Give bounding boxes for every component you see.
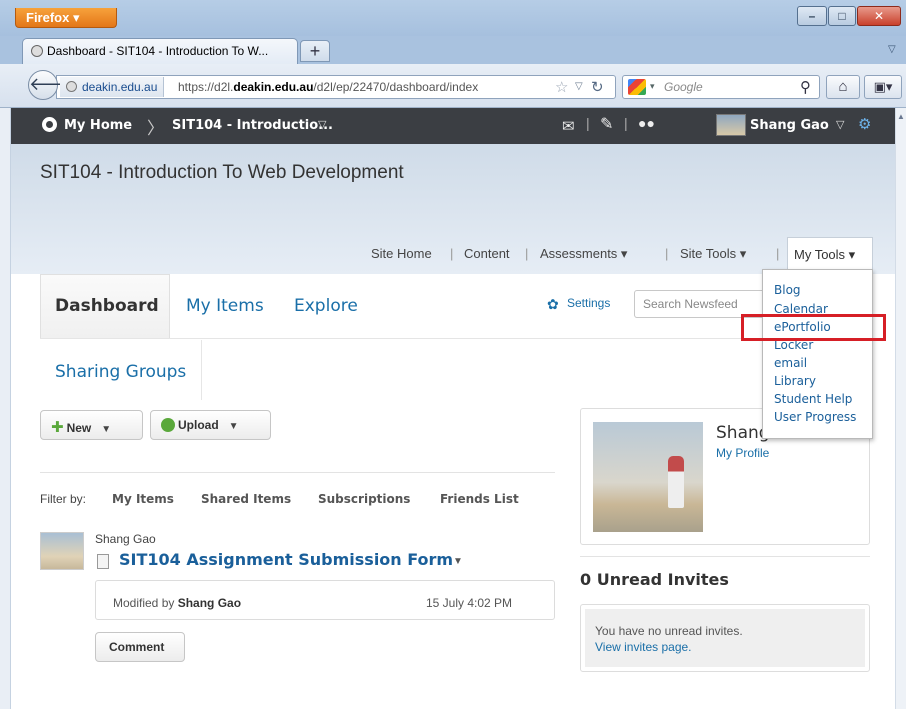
invites-title: 0 Unread Invites (580, 570, 729, 589)
new-tab-button[interactable]: + (300, 40, 330, 62)
eportfolio-highlight-box (741, 314, 886, 341)
url-host: deakin.edu.au (233, 80, 314, 94)
search-engine-dropdown-icon[interactable]: ▾ (650, 81, 655, 92)
url-text[interactable]: https://d2l.deakin.edu.au/d2l/ep/22470/d… (178, 80, 478, 94)
course-nav-separator: | (525, 246, 529, 261)
chevron-down-icon: ▼ (228, 421, 239, 432)
menu-item-user-progress[interactable]: User Progress (774, 410, 856, 424)
close-window-button[interactable]: ✕ (857, 6, 901, 26)
bookmark-star-icon[interactable]: ☆ (555, 78, 568, 96)
chevron-down-icon: ▼ (101, 424, 112, 435)
course-title: SIT104 - Introduction To Web Development (40, 162, 404, 183)
extensions-menu-button[interactable]: ▣▾ (864, 75, 902, 99)
settings-gear-icon[interactable]: ⚙ (858, 115, 871, 133)
search-magnifier-icon[interactable]: ⚲ (800, 78, 811, 96)
upload-button[interactable]: Upload ▼ (150, 410, 271, 440)
url-path: /d2l/ep/22470/dashboard/index (313, 80, 479, 94)
post-author-avatar[interactable] (40, 532, 84, 570)
document-icon (97, 554, 109, 569)
minimize-button[interactable]: – (797, 6, 827, 26)
filter-shared-items[interactable]: Shared Items (201, 492, 291, 506)
url-prefix: https://d2l. (178, 80, 234, 94)
search-engine-icon[interactable] (628, 79, 646, 95)
user-avatar[interactable] (716, 114, 746, 136)
new-button[interactable]: ✚ New ▼ (40, 410, 143, 440)
window-left-edge (0, 108, 11, 709)
invites-divider (580, 556, 870, 557)
home-button[interactable]: ⌂ (826, 75, 860, 99)
settings-icon[interactable]: ✿ (547, 296, 559, 313)
back-button[interactable]: 🡐 (28, 70, 77, 100)
modified-by: Shang Gao (177, 596, 242, 610)
browser-tab-dashboard[interactable]: Dashboard - SIT104 - Introduction To W..… (22, 38, 298, 65)
course-nav-site-home[interactable]: Site Home (371, 246, 432, 261)
vertical-scrollbar[interactable] (895, 108, 906, 709)
tab-explore[interactable]: Explore (294, 296, 358, 316)
tab-sharing-groups-label[interactable]: Sharing Groups (55, 362, 186, 382)
course-selector[interactable]: SIT104 - Introductio... (172, 118, 333, 133)
post-title-link[interactable]: SIT104 Assignment Submission Form (119, 550, 453, 569)
site-favicon-icon (31, 45, 43, 57)
course-nav-assessments[interactable]: Assessments ▾ (540, 246, 627, 262)
course-nav-site-tools[interactable]: Site Tools ▾ (680, 246, 746, 262)
firefox-menu-button[interactable]: Firefox ▾ (15, 8, 117, 28)
mail-icon[interactable]: ✉ (562, 117, 575, 135)
nav-divider: | (586, 115, 590, 131)
post-author: Shang Gao (95, 532, 156, 546)
menu-item-student-help[interactable]: Student Help (774, 392, 852, 406)
filter-subscriptions[interactable]: Subscriptions (318, 492, 410, 506)
settings-link[interactable]: Settings (567, 296, 610, 310)
url-history-dropdown-icon[interactable]: ▽ (575, 81, 583, 92)
user-menu[interactable]: Shang Gao (750, 118, 829, 133)
post-date: 15 July 4:02 PM (426, 596, 513, 610)
menu-item-library[interactable]: Library (774, 374, 816, 388)
filter-friends-list[interactable]: Friends List (440, 492, 519, 506)
profile-photo-figure (668, 456, 684, 508)
plus-icon: ✚ (51, 419, 64, 436)
filter-label: Filter by: (40, 492, 87, 506)
profile-photo[interactable] (593, 422, 703, 532)
tab-list-chevron-icon[interactable]: ▽ (888, 44, 902, 58)
course-nav-separator: | (450, 246, 454, 261)
notifications-icon[interactable]: ●● (638, 115, 655, 131)
home-logo-icon[interactable] (42, 117, 57, 132)
menu-item-email[interactable]: email (774, 356, 807, 370)
modified-prefix: Modified by (113, 596, 175, 610)
my-profile-link[interactable]: My Profile (716, 446, 769, 460)
reload-icon[interactable]: ↻ (591, 78, 604, 96)
upload-button-label: Upload (178, 418, 219, 432)
post-actions-dropdown-icon[interactable]: ▼ (453, 556, 463, 567)
browser-titlebar (0, 0, 906, 36)
scroll-up-arrow-icon[interactable]: ▲ (897, 112, 905, 121)
alerts-icon[interactable]: ✎ (600, 114, 613, 134)
maximize-button[interactable]: □ (828, 6, 856, 26)
breadcrumb-separator: 〉 (147, 119, 164, 138)
invites-box-inner (585, 609, 865, 667)
site-identity-icon (66, 81, 77, 92)
course-dropdown-icon[interactable]: ▽ (318, 118, 326, 131)
my-home-link[interactable]: My Home (64, 118, 132, 133)
upload-icon (161, 418, 175, 432)
tab-dashboard-label[interactable]: Dashboard (55, 296, 159, 316)
course-nav-separator: | (665, 246, 669, 261)
tab-my-items[interactable]: My Items (186, 296, 264, 316)
view-invites-link[interactable]: View invites page. (595, 640, 692, 654)
course-nav-separator: | (776, 246, 780, 261)
new-button-label: New (66, 421, 92, 435)
comment-button[interactable]: Comment (95, 632, 185, 662)
browser-search-placeholder: Google (664, 80, 703, 94)
filter-my-items[interactable]: My Items (112, 492, 174, 506)
invites-message: You have no unread invites. (595, 624, 743, 638)
post-modified-info: Modified by Shang Gao (113, 596, 241, 610)
menu-item-blog[interactable]: Blog (774, 283, 801, 297)
filter-divider (40, 472, 555, 473)
nav-divider: | (624, 115, 628, 131)
browser-tab-title: Dashboard - SIT104 - Introduction To W..… (47, 44, 269, 58)
user-dropdown-icon[interactable]: ▽ (836, 118, 844, 131)
course-nav-content[interactable]: Content (464, 246, 510, 261)
